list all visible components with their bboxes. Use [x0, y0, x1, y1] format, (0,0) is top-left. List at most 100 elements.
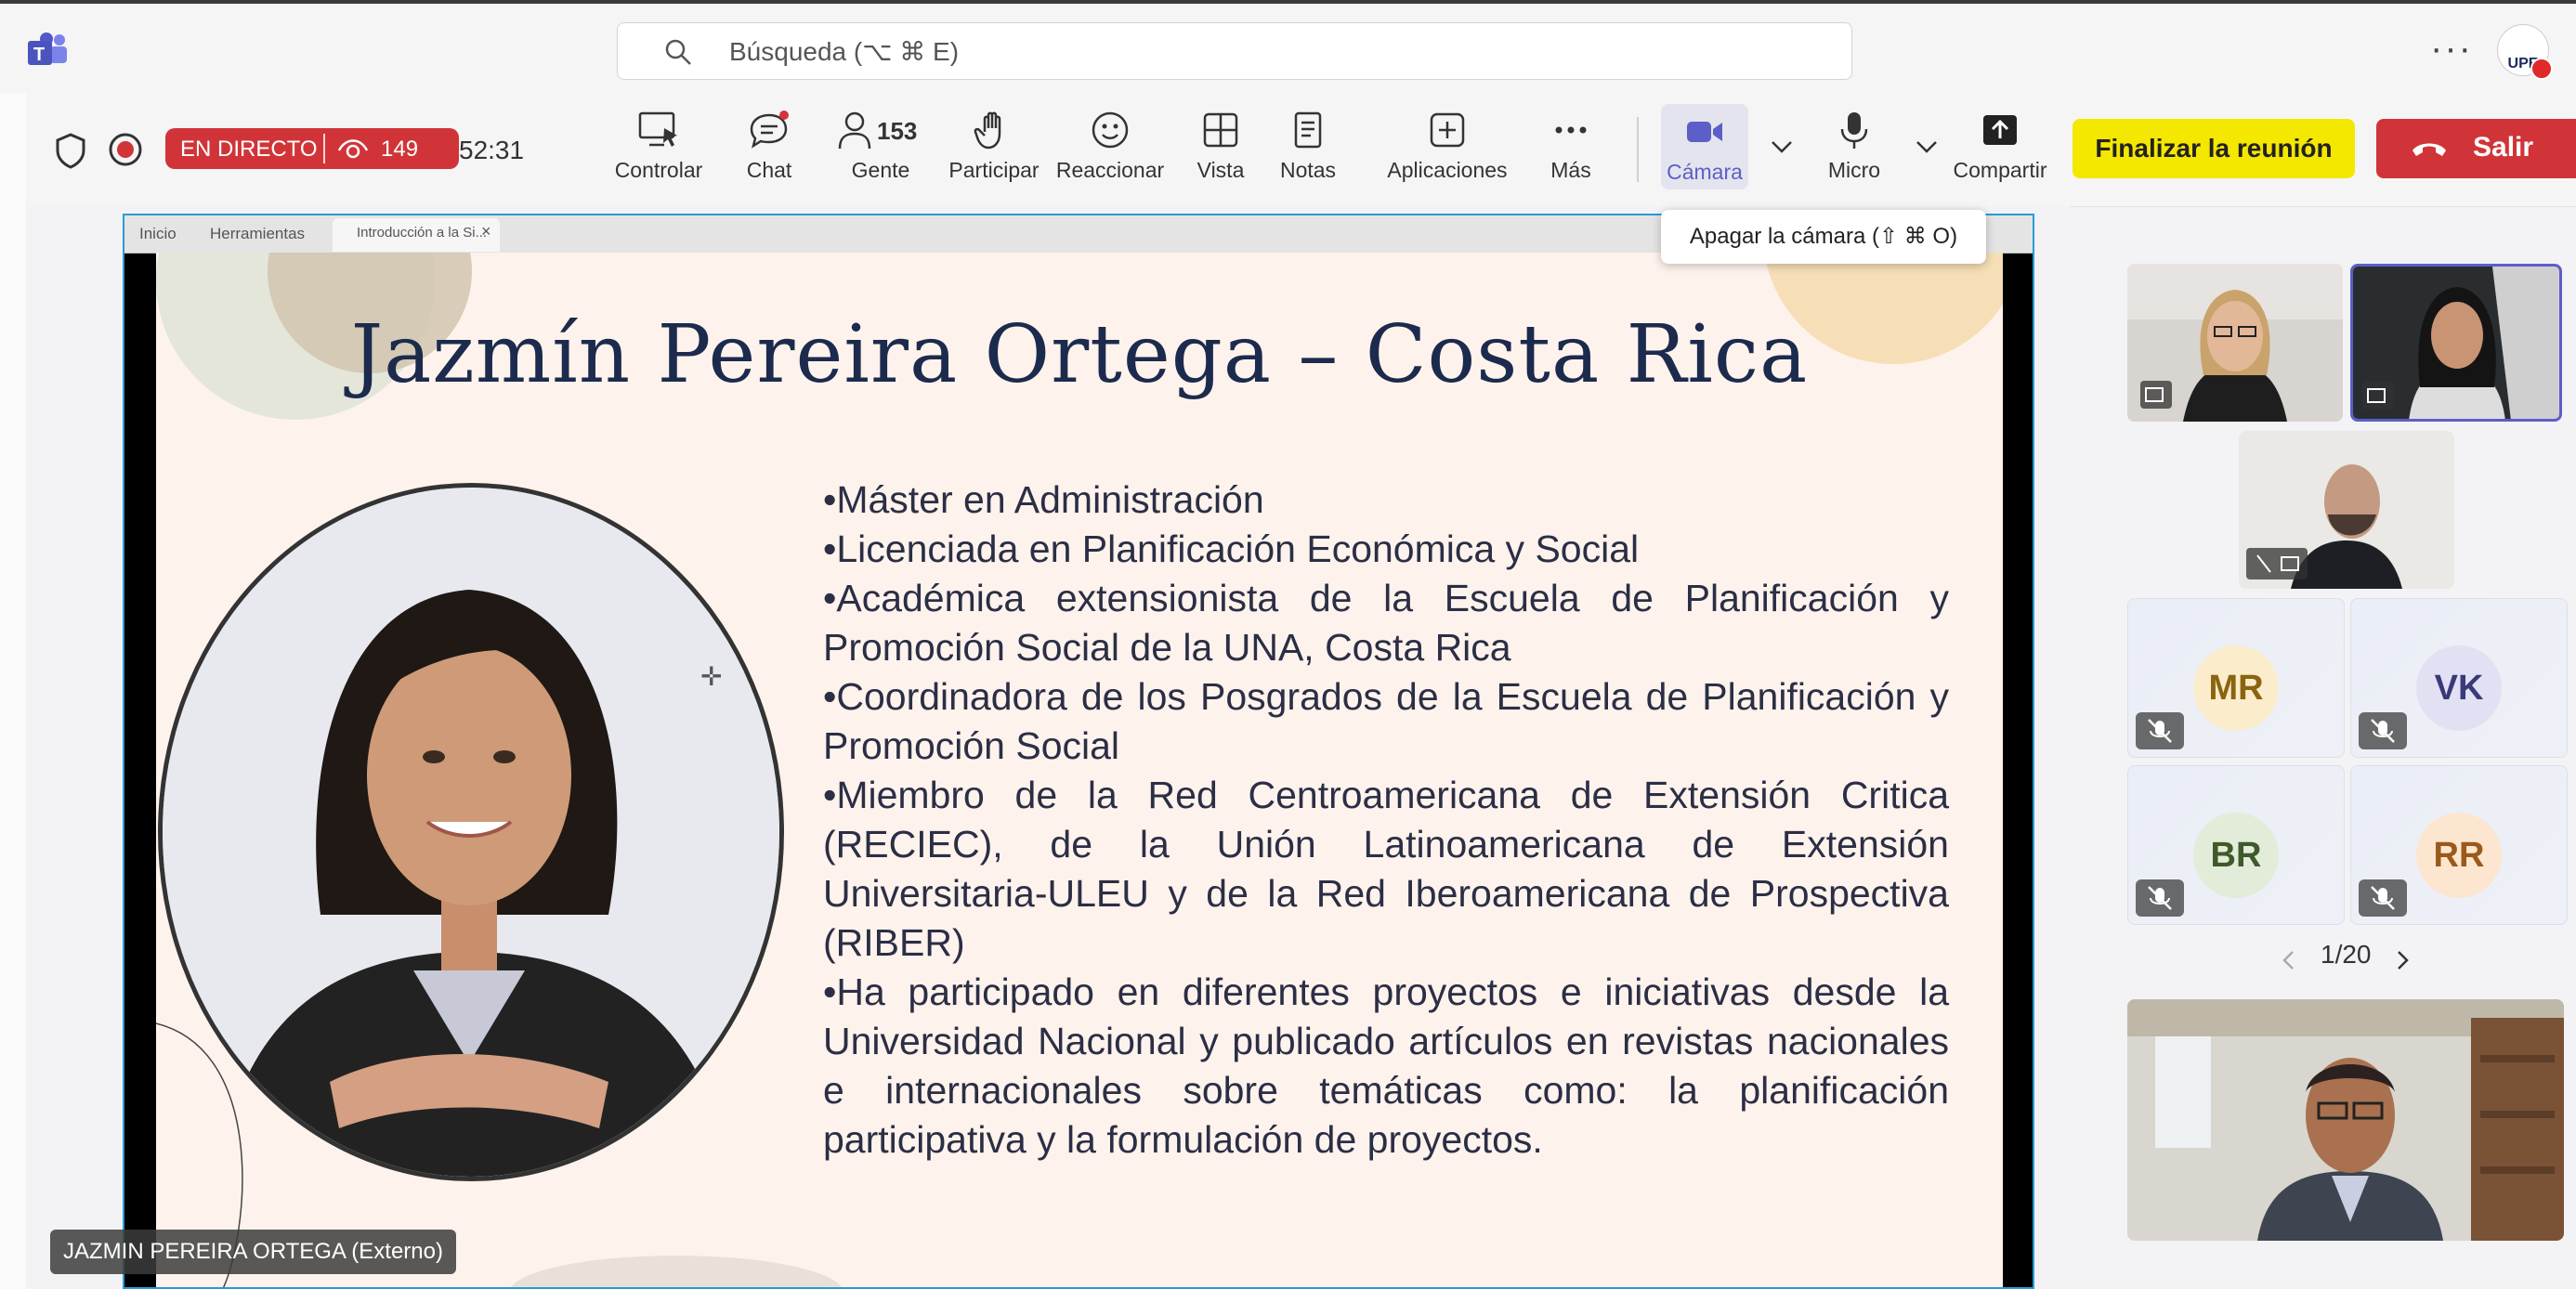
- search-icon: [665, 39, 691, 65]
- participant-video: [2353, 267, 2559, 419]
- meeting-toolbar: EN DIRECTO 149 52:31 Controlar Chat 153 …: [26, 93, 2576, 207]
- mic-options-chevron-icon[interactable]: [1914, 137, 1940, 156]
- participant-tile-br[interactable]: BR: [2127, 765, 2345, 925]
- control-button[interactable]: Controlar: [608, 110, 710, 183]
- tab-introduccion[interactable]: Introducción a la Si... ×: [333, 218, 500, 252]
- participant-initials: VK: [2416, 645, 2502, 731]
- chat-icon: [750, 111, 789, 149]
- react-button[interactable]: Reaccionar: [1050, 110, 1170, 183]
- more-button[interactable]: Más: [1538, 110, 1603, 183]
- search-placeholder: Búsqueda (⌥ ⌘ E): [729, 37, 960, 66]
- tab-inicio[interactable]: Inicio: [139, 225, 177, 243]
- view-label: Vista: [1196, 158, 1245, 182]
- tab-herramientas[interactable]: Herramientas: [210, 225, 305, 243]
- title-bar: T Búsqueda (⌥ ⌘ E) ··· UPE: [0, 0, 2576, 93]
- tab-introduccion-label: Introducción a la Si...: [357, 225, 488, 241]
- camera-tooltip: Apagar la cámara (⇧ ⌘ O): [1661, 210, 1986, 264]
- teams-logo-icon[interactable]: T: [26, 32, 69, 69]
- status-dot-icon: [2530, 58, 2553, 80]
- muted-mic-icon: [2136, 879, 2184, 917]
- mic-label: Micro: [1827, 158, 1881, 182]
- participant-video-tile-active[interactable]: [2350, 264, 2562, 422]
- muted-mic-icon: [2136, 712, 2184, 749]
- search-input[interactable]: Búsqueda (⌥ ⌘ E): [617, 22, 1852, 80]
- speaker-photo: [158, 483, 784, 1181]
- people-button[interactable]: 153 Gente: [825, 110, 936, 183]
- more-label: Más: [1550, 158, 1591, 182]
- participant-video: [2127, 264, 2343, 422]
- mic-icon: [1840, 112, 1868, 149]
- chat-label: Chat: [746, 158, 792, 182]
- participant-video: [2127, 999, 2564, 1241]
- participant-initials: RR: [2416, 813, 2502, 898]
- notes-button[interactable]: Notas: [1271, 110, 1345, 183]
- shared-screen: Inicio Herramientas Introducción a la Si…: [123, 214, 2034, 1289]
- participant-tile-vk[interactable]: VK: [2350, 598, 2568, 758]
- control-label: Controlar: [614, 158, 703, 182]
- camera-button[interactable]: Cámara: [1661, 104, 1748, 189]
- smile-icon: [1092, 111, 1129, 149]
- slide-title: Jazmín Pereira Ortega – Costa Rica: [350, 308, 1809, 401]
- move-cursor-icon: ✛: [700, 662, 723, 691]
- previous-page-icon[interactable]: [2278, 949, 2300, 971]
- share-button[interactable]: Compartir: [1940, 110, 2060, 183]
- speaker-name-label: JAZMIN PEREIRA ORTEGA (Externo): [50, 1230, 456, 1274]
- plus-square-icon: [1430, 112, 1465, 148]
- more-options-icon[interactable]: ···: [2430, 30, 2473, 67]
- bullet-item: •Máster en Administración: [823, 478, 1264, 521]
- people-count: 153: [877, 117, 918, 145]
- participant-initials: MR: [2193, 645, 2279, 731]
- participant-initials: BR: [2193, 813, 2279, 898]
- people-label: Gente: [851, 158, 910, 182]
- participant-tile-rr[interactable]: RR: [2350, 765, 2568, 925]
- react-label: Reaccionar: [1055, 158, 1165, 182]
- muted-mic-icon: [2359, 712, 2407, 749]
- bullet-item: •Miembro de la Red Centroamericana de Ex…: [823, 774, 1949, 964]
- share-up-icon: [1983, 115, 2017, 145]
- shield-icon[interactable]: [54, 132, 87, 169]
- eye-icon: [337, 139, 369, 159]
- live-badge[interactable]: EN DIRECTO 149: [165, 128, 459, 169]
- participant-video: [2239, 431, 2454, 589]
- apps-label: Aplicaciones: [1387, 158, 1508, 182]
- bullet-item: •Licenciada en Planificación Económica y…: [823, 527, 1640, 570]
- camera-label: Cámara: [1667, 160, 1743, 184]
- mic-button[interactable]: Micro: [1815, 110, 1893, 183]
- notes-icon: [1294, 111, 1322, 149]
- raise-hand-button[interactable]: Participar: [938, 110, 1050, 183]
- meeting-timer: 52:31: [459, 136, 525, 164]
- muted-mic-icon: [2359, 879, 2407, 917]
- gallery-pager: 1/20: [2321, 940, 2372, 969]
- grid-view-icon: [1203, 112, 1238, 148]
- notes-label: Notas: [1279, 158, 1337, 182]
- slide-bullet-list: •Máster en Administración •Licenciada en…: [823, 475, 1949, 1165]
- camera-icon: [1687, 122, 1722, 142]
- participant-video-tile[interactable]: [2127, 264, 2343, 422]
- share-control-icon: [638, 111, 677, 147]
- toolbar-divider: [1637, 117, 1639, 182]
- recording-icon[interactable]: [108, 132, 143, 167]
- raise-hand-icon: [974, 111, 1001, 150]
- more-icon: [1555, 126, 1587, 134]
- leave-button[interactable]: Salir: [2376, 119, 2576, 178]
- chat-button[interactable]: Chat: [732, 110, 806, 183]
- camera-options-chevron-icon[interactable]: [1769, 137, 1795, 156]
- badge-divider: [323, 134, 325, 163]
- participant-tile-mr[interactable]: MR: [2127, 598, 2345, 758]
- next-page-icon[interactable]: [2391, 949, 2413, 971]
- left-rail: [0, 93, 27, 1289]
- live-label: EN DIRECTO: [180, 137, 318, 162]
- share-label: Compartir: [1953, 158, 2047, 182]
- viewer-count: 149: [381, 137, 419, 162]
- end-meeting-button[interactable]: Finalizar la reunión: [2073, 119, 2355, 178]
- hang-up-icon: [2413, 143, 2446, 156]
- participant-video-tile-large[interactable]: [2127, 999, 2564, 1241]
- participant-video-tile[interactable]: [2239, 431, 2454, 589]
- apps-button[interactable]: Aplicaciones: [1382, 110, 1512, 183]
- view-button[interactable]: Vista: [1183, 110, 1258, 183]
- presentation-slide: Jazmín Pereira Ortega – Costa Rica •Mást…: [156, 253, 2003, 1287]
- close-tab-icon[interactable]: ×: [481, 222, 491, 241]
- raise-hand-label: Participar: [948, 158, 1040, 182]
- bullet-item: •Académica extensionista de la Escuela d…: [823, 577, 1949, 669]
- portrait-image: [163, 488, 779, 1177]
